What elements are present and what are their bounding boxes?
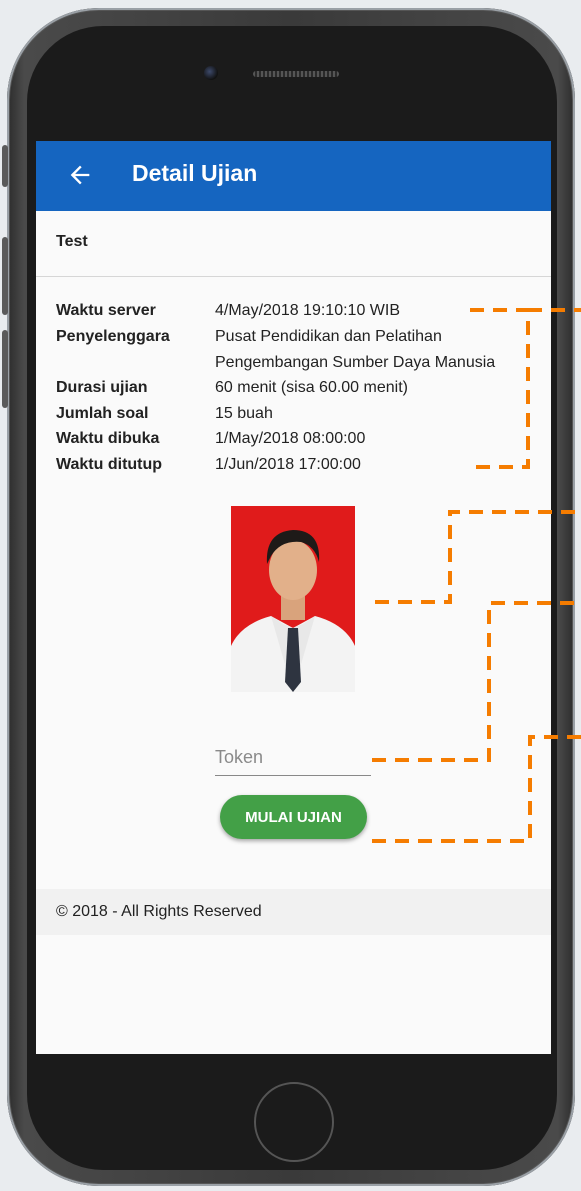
detail-value: 1/Jun/2018 17:00:00 [215,456,361,473]
detail-label: Waktu server [56,302,156,319]
detail-label: Waktu dibuka [56,430,160,447]
detail-value: 60 menit (sisa 60.00 menit) [215,379,408,396]
app-screen: Detail Ujian Test Waktu server 4/May/201… [36,141,551,1054]
app-bar: Detail Ujian [36,141,551,211]
detail-label: Waktu ditutup [56,456,163,473]
portrait-image [231,506,355,692]
volume-down-button [2,330,8,408]
detail-value: 4/May/2018 19:10:10 WIB [215,302,400,319]
exam-name: Test [56,233,88,250]
mute-switch [2,145,8,187]
participant-photo [231,506,355,692]
detail-label: Penyelenggara [56,328,170,345]
detail-value: 1/May/2018 08:00:00 [215,430,366,447]
divider [36,276,551,277]
detail-label: Jumlah soal [56,405,149,422]
camera-icon [204,66,218,80]
start-exam-button[interactable]: MULAI UJIAN [220,795,367,839]
copyright-text: © 2018 - All Rights Reserved [56,903,262,920]
footer: © 2018 - All Rights Reserved [36,889,551,935]
token-input[interactable] [215,739,371,776]
speaker-grille [253,71,339,77]
page-title: Detail Ujian [132,160,258,186]
detail-value: Pengembangan Sumber Daya Manusia [215,354,496,371]
detail-value: 15 buah [215,405,273,422]
arrow-left-icon[interactable] [66,161,94,189]
detail-value: Pusat Pendidikan dan Pelatihan [215,328,442,345]
volume-up-button [2,237,8,315]
detail-label: Durasi ujian [56,379,148,396]
home-button[interactable] [254,1082,334,1162]
